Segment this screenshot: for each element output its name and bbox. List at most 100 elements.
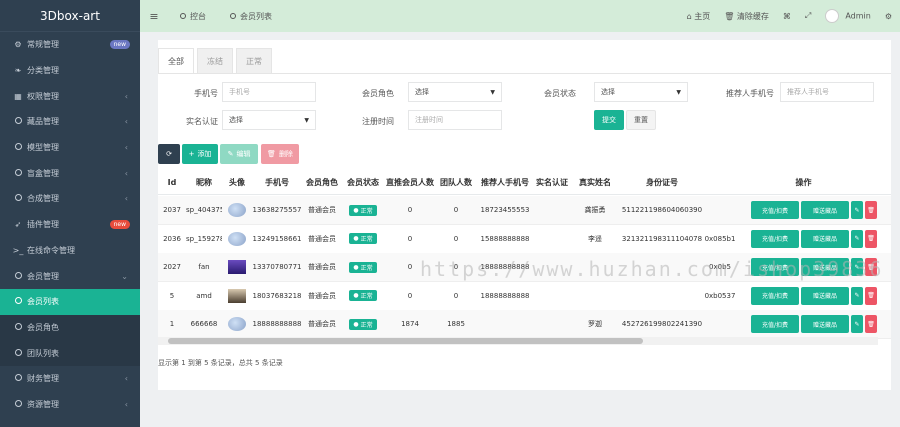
chevron-down-icon: ▼ <box>490 88 495 96</box>
edit-row-icon[interactable]: ✎ <box>851 229 863 248</box>
main-panel: 全部 冻结 正常 手机号 手机号 会员角色 选择 ▼ 会员状态 选择 ▼ 推荐人手机… <box>158 40 891 390</box>
home-link[interactable]: ⌂ 主页 <box>687 11 711 22</box>
sidebar-item[interactable]: 团队列表 <box>0 340 140 366</box>
settings-icon[interactable]: ⚙ <box>885 12 892 21</box>
gift-collection-button[interactable]: 赠送藏品 <box>801 229 849 248</box>
status-text: 正常 <box>360 207 373 215</box>
delete-row-icon[interactable]: 🗑 <box>865 286 877 305</box>
sidebar-item-label: 合成管理 <box>27 194 59 204</box>
cell-nick: 666668 <box>190 320 218 328</box>
sidebar-item[interactable]: ❧ 分类管理 <box>0 58 140 84</box>
delete-row-icon[interactable]: 🗑 <box>865 201 877 219</box>
status-badge: ● 正常 <box>349 204 377 216</box>
add-button[interactable]: + 添加 <box>182 144 218 164</box>
table-row[interactable]: 2036 sp_159278 13249158661 普通会员 ● 正常 0 0 1588888… <box>158 225 891 254</box>
gift-collection-button[interactable]: 赠送藏品 <box>801 201 849 219</box>
recharge-button[interactable]: 充值/扣费 <box>751 201 799 219</box>
dot-icon: ● <box>353 292 359 299</box>
recharge-button[interactable]: 充值/扣费 <box>751 286 799 305</box>
status-select[interactable]: 选择 ▼ <box>594 82 688 102</box>
column-header: 操作 <box>795 178 812 187</box>
refresh-button[interactable]: ⟳ <box>158 144 180 164</box>
sidebar-menu: ⚙ 常规管理 new ❧ 分类管理 ▦ 权限管理 ‹ 藏品管理 ‹ 模型管理 ‹ 盲盒管理 ‹ 合成管理 ‹ ➶… <box>0 32 140 417</box>
chevron-icon: ‹ <box>124 117 128 127</box>
sidebar-item[interactable]: 会员列表 <box>0 288 140 315</box>
cell-ref: 18888888888 <box>480 291 530 300</box>
gift-collection-button[interactable]: 赠送藏品 <box>801 286 849 305</box>
rocket-icon: ➶ <box>14 220 22 230</box>
reset-button[interactable]: 重置 <box>626 110 656 130</box>
status-label: 会员状态 <box>544 89 576 98</box>
cell-id: 5 <box>169 291 175 300</box>
cell-name: 龚振勇 <box>584 206 606 214</box>
fullscreen-icon[interactable]: ⤢ <box>805 11 811 21</box>
circle-icon <box>180 13 186 19</box>
submit-button[interactable]: 提交 <box>594 110 624 130</box>
sidebar-item[interactable]: 资源管理 ‹ <box>0 392 140 418</box>
cell-ref: 18723455553 <box>480 206 530 214</box>
circle-icon <box>12 348 24 358</box>
column-header: Id <box>167 178 177 187</box>
avatar <box>228 203 246 217</box>
clear-cache-link[interactable]: 🗑 清除缓存 <box>724 11 769 22</box>
avatar-cell <box>222 260 252 274</box>
realname-select[interactable]: 选择 ▼ <box>222 110 316 130</box>
recharge-button[interactable]: 充值/扣费 <box>751 229 799 248</box>
edit-button[interactable]: ✎ 编辑 <box>220 144 258 164</box>
table-row[interactable]: 1 666668 18888888888 普通会员 ● 正常 1874 1885 罗迦 45272… <box>158 310 891 339</box>
delete-button[interactable]: 🗑 删除 <box>261 144 299 164</box>
table-header: Id 昵称 头像 手机号 会员角色 会员状态 直推会员人数 团队人数 推荐人手机号 实名认证 真实姓… <box>158 171 891 195</box>
cell-direct: 0 <box>407 206 413 214</box>
menu-toggle-icon[interactable]: ≡ <box>140 10 168 23</box>
sidebar-item[interactable]: 藏品管理 ‹ <box>0 109 140 135</box>
sidebar-item[interactable]: 财务管理 ‹ <box>0 366 140 392</box>
tab-dashboard[interactable]: 控台 <box>168 0 218 32</box>
tab-all[interactable]: 全部 <box>158 48 194 74</box>
table-row[interactable]: 2037 sp_404375 13638275557 普通会员 ● 正常 0 0 1872345… <box>158 196 891 225</box>
cell-role: 普通会员 <box>308 234 336 243</box>
sidebar-item[interactable]: 合成管理 ‹ <box>0 186 140 212</box>
sidebar-item[interactable]: 会员管理 ⌄ <box>0 263 140 289</box>
table-row[interactable]: 5 amd 18037683218 普通会员 ● 正常 0 0 18888888888 0xb05… <box>158 282 891 311</box>
edit-row-icon[interactable]: ✎ <box>851 315 863 333</box>
cell-phone: 18888888888 <box>252 320 302 328</box>
delete-row-icon[interactable]: 🗑 <box>865 229 877 248</box>
gift-collection-button[interactable]: 赠送藏品 <box>801 315 849 333</box>
sidebar-item-label: 在线命令管理 <box>27 245 75 255</box>
role-select[interactable]: 选择 ▼ <box>408 82 502 102</box>
sidebar-item[interactable]: >_ 在线命令管理 <box>0 238 140 264</box>
cell-direct: 0 <box>407 291 413 300</box>
tab-member-list[interactable]: 会员列表 <box>218 0 284 32</box>
sidebar-item[interactable]: ⚙ 常规管理 new <box>0 32 140 58</box>
sidebar-item[interactable]: 盲盒管理 ‹ <box>0 160 140 186</box>
recharge-button[interactable]: 充值/扣费 <box>751 315 799 333</box>
delete-row-icon[interactable]: 🗑 <box>865 315 877 333</box>
watermark: https://www.huzhan.com/ishop39836 <box>420 257 884 281</box>
chevron-icon: ‹ <box>124 143 128 153</box>
horizontal-scrollbar[interactable] <box>158 337 878 345</box>
cell-phone: 13638275557 <box>252 206 302 214</box>
sidebar-item[interactable]: 模型管理 ‹ <box>0 135 140 161</box>
tab-frozen[interactable]: 冻结 <box>197 48 233 74</box>
sidebar-item[interactable]: 会员角色 <box>0 314 140 341</box>
edit-row-icon[interactable]: ✎ <box>851 286 863 305</box>
regtime-input[interactable]: 注册时间 <box>408 110 502 130</box>
edit-row-icon[interactable]: ✎ <box>851 201 863 219</box>
cell-role: 普通会员 <box>308 320 336 328</box>
gear-icon: ⚙ <box>14 40 22 50</box>
sidebar: 3Dbox-art ⚙ 常规管理 new ❧ 分类管理 ▦ 权限管理 ‹ 藏品管理 ‹ 模型管理 ‹ 盲… <box>0 0 140 427</box>
tab-normal[interactable]: 正常 <box>236 48 272 74</box>
user-menu[interactable]: Admin <box>825 9 871 23</box>
language-icon[interactable]: ⌘ <box>783 12 791 21</box>
refresh-icon: ⟳ <box>166 150 172 158</box>
circle-icon <box>12 322 24 332</box>
status-text: 正常 <box>360 236 373 243</box>
cell-phone: 18037683218 <box>252 291 302 300</box>
ref-phone-input[interactable]: 推荐人手机号 <box>780 82 874 102</box>
phone-input[interactable]: 手机号 <box>222 82 316 102</box>
sidebar-item[interactable]: ➶ 插件管理 new <box>0 212 140 238</box>
sidebar-item[interactable]: ▦ 权限管理 ‹ <box>0 83 140 109</box>
status-text: 正常 <box>360 264 373 272</box>
scrollbar-thumb[interactable] <box>168 338 643 344</box>
cell-id: 2037 <box>163 206 181 214</box>
